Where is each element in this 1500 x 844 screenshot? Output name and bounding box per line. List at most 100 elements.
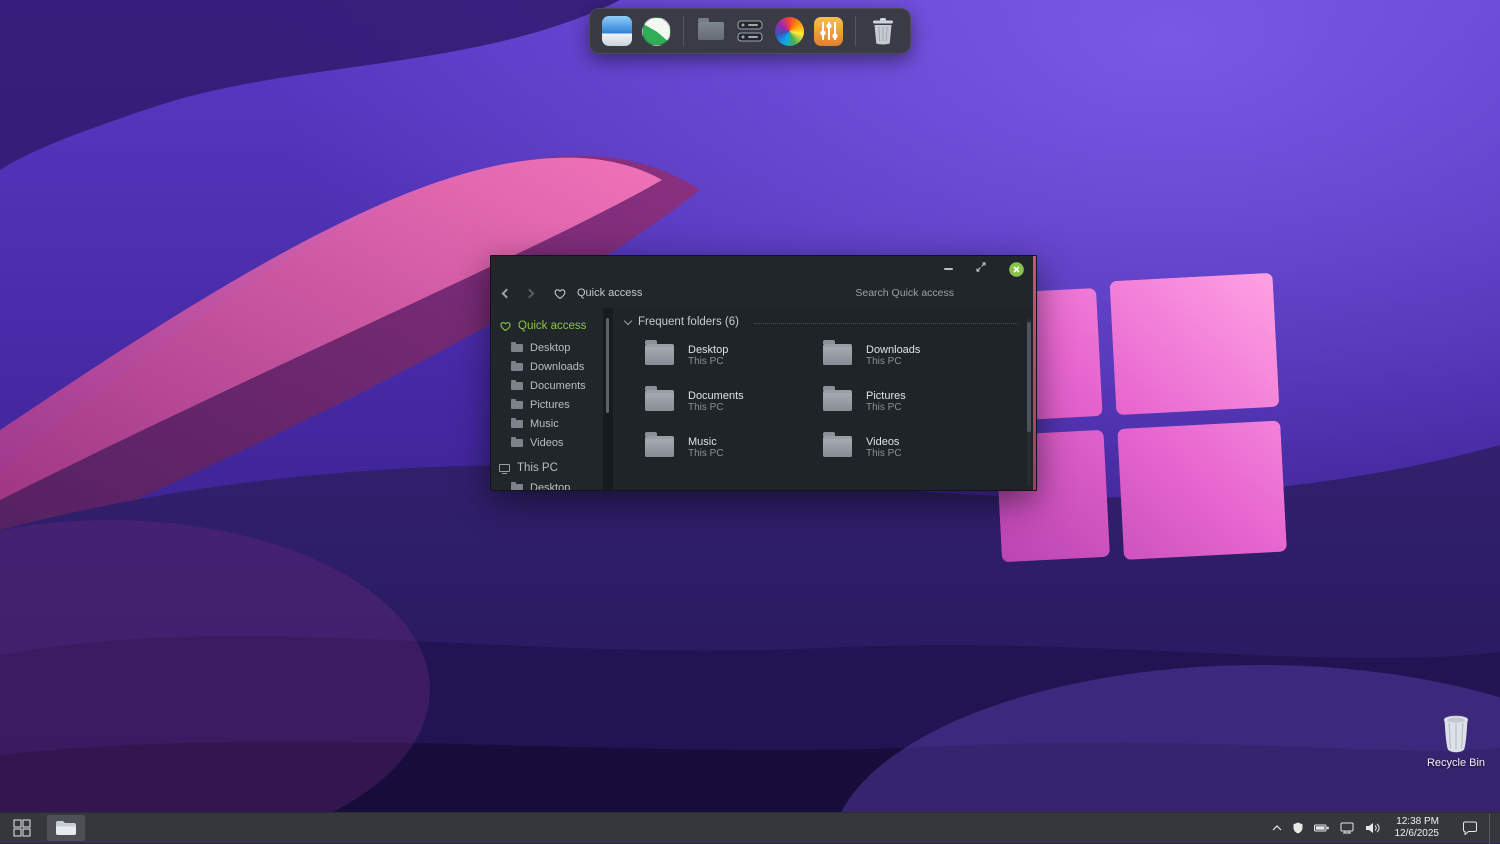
heart-icon <box>499 320 512 332</box>
folder-icon <box>823 390 852 411</box>
sidebar-quick-list: Desktop Downloads Documents Pictures Music Vi… <box>499 338 603 452</box>
this-pc-label: This PC <box>517 462 558 474</box>
monitor-icon <box>499 464 510 472</box>
clock-date: 12/6/2025 <box>1395 828 1440 840</box>
minimize-icon <box>944 268 953 270</box>
tray-network[interactable] <box>1340 822 1354 834</box>
folder-name: Desktop <box>688 344 823 356</box>
folder-tile-videos[interactable]: VideosThis PC <box>823 432 1001 461</box>
section-header[interactable]: Frequent folders (6) <box>638 316 739 328</box>
folder-location: This PC <box>688 356 823 367</box>
sidebar-item-desktop[interactable]: Desktop <box>499 338 603 357</box>
dock-icon-server-panels[interactable] <box>735 16 765 46</box>
dock-icon-sliders[interactable] <box>813 16 843 46</box>
file-explorer-icon <box>55 820 77 837</box>
folder-icon <box>645 344 674 365</box>
show-desktop-button[interactable] <box>1489 813 1494 844</box>
dock-divider <box>855 16 856 46</box>
dock-icon-trash[interactable] <box>868 16 898 46</box>
scrollbar-thumb[interactable] <box>1027 322 1031 432</box>
maximize-button[interactable] <box>975 260 987 278</box>
recycle-bin-label: Recycle Bin <box>1427 757 1485 769</box>
chevron-up-icon <box>1272 825 1282 831</box>
action-center-button[interactable] <box>1462 821 1478 835</box>
sidebar-scrollbar[interactable] <box>603 308 613 491</box>
folder-icon <box>823 344 852 365</box>
folder-tile-documents[interactable]: DocumentsThis PC <box>645 386 823 415</box>
folder-icon <box>698 22 724 40</box>
sidebar-item-label: Downloads <box>530 361 584 373</box>
folder-icon <box>511 401 523 409</box>
section-header-row: Frequent folders (6) <box>625 316 1036 328</box>
trash-icon <box>870 17 896 46</box>
sidebar-item-desktop[interactable]: Desktop <box>499 478 603 491</box>
sidebar-item-label: Documents <box>530 380 586 392</box>
shield-icon <box>1293 822 1303 834</box>
taskbar: 12:38 PM 12/6/2025 <box>0 812 1500 843</box>
sidebar-item-downloads[interactable]: Downloads <box>499 357 603 376</box>
dock-icon-color-wheel[interactable] <box>774 16 804 46</box>
sidebar-item-label: Videos <box>530 437 563 449</box>
folder-icon <box>511 420 523 428</box>
sidebar-pc-list: Desktop <box>499 478 603 491</box>
folder-location: This PC <box>866 448 1001 459</box>
folder-icon <box>823 436 852 457</box>
folder-name: Pictures <box>866 390 1001 402</box>
taskbar-spacer <box>88 813 1272 843</box>
sidebar-item-documents[interactable]: Documents <box>499 376 603 395</box>
forward-button[interactable] <box>525 288 535 298</box>
network-icon <box>1340 822 1354 834</box>
sliders-icon <box>814 17 843 46</box>
sidebar-item-label: Music <box>530 418 559 430</box>
folder-icon <box>511 484 523 492</box>
folder-location: This PC <box>688 402 823 413</box>
sidebar: Quick access Desktop Downloads Documents Pi… <box>491 308 603 491</box>
taskbar-clock[interactable]: 12:38 PM 12/6/2025 <box>1391 816 1444 840</box>
dock-icon-browser[interactable] <box>641 16 671 46</box>
sidebar-item-pictures[interactable]: Pictures <box>499 395 603 414</box>
sidebar-item-videos[interactable]: Videos <box>499 433 603 452</box>
sidebar-item-quick-access[interactable]: Quick access <box>499 320 603 332</box>
dock-divider <box>683 16 684 46</box>
folder-icon <box>645 436 674 457</box>
back-button[interactable] <box>502 288 512 298</box>
scrollbar-thumb[interactable] <box>606 318 609 413</box>
collapse-chevron-icon[interactable] <box>624 316 632 324</box>
dock <box>589 8 911 54</box>
taskbar-file-explorer-button[interactable] <box>44 813 88 843</box>
hidden-icons-chevron[interactable] <box>1272 825 1282 831</box>
folder-location: This PC <box>866 356 1001 367</box>
server-panels-icon <box>735 16 765 46</box>
breadcrumb[interactable]: Quick access <box>577 287 642 299</box>
tray-volume[interactable] <box>1365 822 1380 834</box>
folder-location: This PC <box>688 448 823 459</box>
folder-name: Music <box>688 436 823 448</box>
folder-icon <box>511 344 523 352</box>
close-button[interactable] <box>1009 262 1024 277</box>
dock-icon-folder[interactable] <box>696 16 726 46</box>
folder-icon <box>511 439 523 447</box>
favorites-heart-icon <box>553 287 567 300</box>
clock-time: 12:38 PM <box>1396 816 1439 828</box>
start-button[interactable] <box>0 813 44 843</box>
tray-security-shield[interactable] <box>1293 822 1303 834</box>
sidebar-item-music[interactable]: Music <box>499 414 603 433</box>
quick-access-label: Quick access <box>518 320 586 332</box>
sidebar-item-this-pc[interactable]: This PC <box>499 462 603 474</box>
folder-icon <box>511 363 523 371</box>
close-icon <box>1009 262 1024 277</box>
system-tray: 12:38 PM 12/6/2025 <box>1272 813 1500 843</box>
active-app-highlight <box>47 815 85 841</box>
tray-battery[interactable] <box>1314 824 1329 832</box>
folder-tile-music[interactable]: MusicThis PC <box>645 432 823 461</box>
folder-name: Downloads <box>866 344 1001 356</box>
folder-tile-downloads[interactable]: DownloadsThis PC <box>823 340 1001 369</box>
content-scrollbar[interactable] <box>1027 318 1031 486</box>
dock-icon-desktop-settings[interactable] <box>602 16 632 46</box>
folder-tile-desktop[interactable]: DesktopThis PC <box>645 340 823 369</box>
battery-icon <box>1314 824 1329 832</box>
minimize-button[interactable] <box>944 268 953 270</box>
recycle-bin[interactable]: Recycle Bin <box>1426 714 1486 769</box>
search-input[interactable]: Search Quick access <box>855 287 954 299</box>
folder-tile-pictures[interactable]: PicturesThis PC <box>823 386 1001 415</box>
